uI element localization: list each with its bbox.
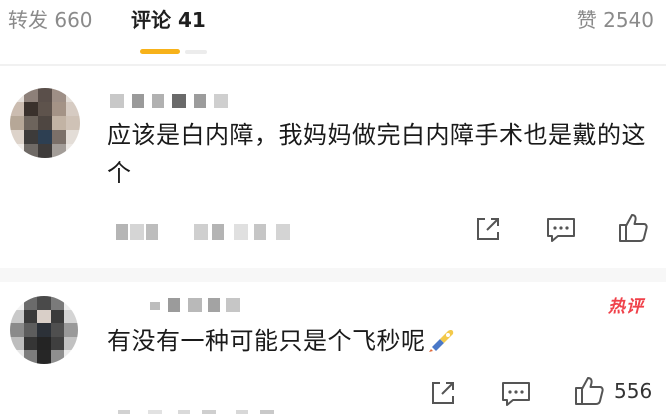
weibo-comment-page: 转发 660 评论 41 赞 2540 应该是白内障，我妈妈做完白内障手术也是戴… bbox=[0, 0, 666, 414]
share-button[interactable] bbox=[428, 378, 458, 408]
like-button[interactable]: 556 bbox=[572, 374, 652, 408]
thumbs-up-icon bbox=[575, 377, 604, 405]
comment-meta-redacted bbox=[116, 222, 306, 244]
pixelated-avatar-image bbox=[10, 296, 78, 364]
tab-repost[interactable]: 转发 660 bbox=[8, 6, 93, 34]
comment-text: 应该是白内障，我妈妈做完白内障手术也是戴的这个 bbox=[107, 121, 646, 187]
reply-button[interactable] bbox=[500, 379, 532, 409]
comment-text: 有没有一种可能只是个飞秒呢 bbox=[107, 322, 647, 360]
like-button[interactable] bbox=[616, 211, 658, 245]
username-redacted[interactable] bbox=[150, 298, 240, 312]
avatar[interactable] bbox=[10, 296, 78, 364]
thumbs-up-icon bbox=[619, 214, 648, 242]
comment-item: 应该是白内障，我妈妈做完白内障手术也是戴的这个 bbox=[0, 66, 666, 266]
tab-comment[interactable]: 评论 41 bbox=[131, 6, 206, 34]
reply-button[interactable] bbox=[545, 215, 577, 245]
rocket-emoji-icon bbox=[428, 330, 453, 352]
tab-indicator-shadow bbox=[185, 50, 207, 54]
comment-icon bbox=[547, 218, 575, 242]
pixelated-avatar-image bbox=[10, 88, 80, 158]
comment-text-body: 有没有一种可能只是个飞秒呢 bbox=[107, 327, 426, 355]
avatar[interactable] bbox=[10, 88, 80, 158]
username-redacted[interactable] bbox=[110, 94, 228, 108]
tab-bar: 转发 660 评论 41 赞 2540 bbox=[0, 0, 666, 60]
active-tab-indicator bbox=[140, 49, 180, 54]
hot-comment-badge: 热评 bbox=[608, 297, 644, 317]
comment-item: 热评 有没有一种可能只是个飞秒呢 556 bbox=[0, 282, 666, 414]
like-count: 556 bbox=[614, 379, 653, 403]
share-button[interactable] bbox=[473, 214, 503, 244]
comment-divider bbox=[0, 268, 666, 282]
share-icon bbox=[477, 218, 499, 240]
comment-icon bbox=[502, 382, 530, 406]
tab-like[interactable]: 赞 2540 bbox=[577, 6, 654, 34]
comment-meta-redacted bbox=[118, 408, 308, 414]
share-icon bbox=[432, 382, 454, 404]
